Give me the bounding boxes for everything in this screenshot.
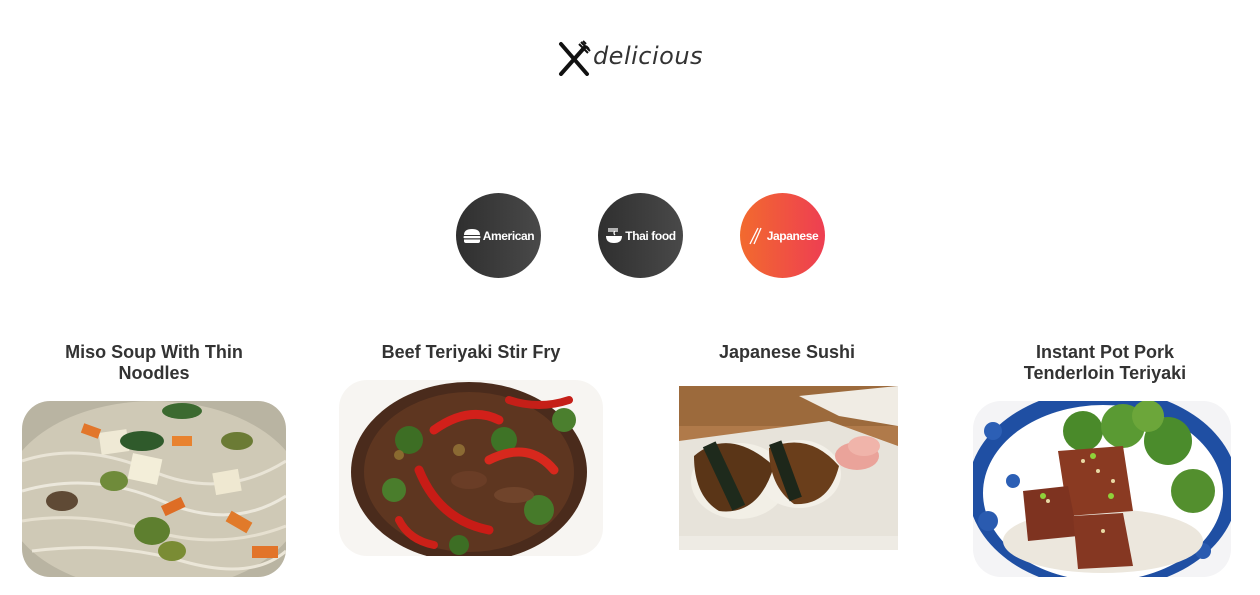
category-nav: American Thai food Japanese bbox=[0, 193, 1260, 278]
noodle-bowl-icon bbox=[606, 227, 623, 243]
burger-icon bbox=[463, 228, 481, 243]
recipe-title: Beef Teriyaki Stir Fry bbox=[381, 342, 561, 362]
category-american-button[interactable]: American bbox=[455, 193, 541, 278]
utensils-icon bbox=[558, 40, 591, 76]
brand-name: delicious bbox=[592, 42, 704, 70]
recipe-title: Japanese Sushi bbox=[718, 342, 856, 362]
miso-soup-photo[interactable] bbox=[22, 401, 286, 577]
recipe-card[interactable]: Miso Soup With Thin Noodles bbox=[22, 342, 286, 384]
recipe-card[interactable]: Instant Pot Pork Tenderloin Teriyaki bbox=[973, 342, 1237, 384]
chopsticks-icon bbox=[749, 227, 762, 244]
category-thai-food-button[interactable]: Thai food bbox=[597, 193, 683, 278]
sushi-photo[interactable] bbox=[679, 386, 898, 550]
category-label: Japanese bbox=[766, 228, 819, 243]
recipe-card[interactable]: Japanese Sushi bbox=[655, 342, 919, 363]
recipe-card[interactable]: Beef Teriyaki Stir Fry bbox=[339, 342, 603, 363]
category-label: Thai food bbox=[625, 228, 676, 243]
beef-stir-fry-photo[interactable] bbox=[339, 380, 603, 556]
recipe-title: Instant Pot Pork Tenderloin Teriyaki bbox=[1023, 342, 1187, 383]
brand-logo[interactable]: delicious bbox=[0, 40, 1260, 76]
category-label: American bbox=[482, 228, 535, 243]
recipe-title: Miso Soup With Thin Noodles bbox=[65, 342, 243, 383]
pork-teriyaki-photo[interactable] bbox=[973, 401, 1231, 577]
category-japanese-button[interactable]: Japanese bbox=[739, 193, 825, 278]
